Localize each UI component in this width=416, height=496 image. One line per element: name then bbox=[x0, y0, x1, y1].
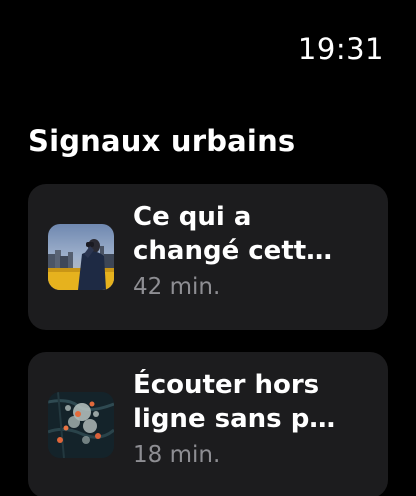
status-time: 19:31 bbox=[297, 32, 384, 66]
city-binoculars-artwork-image bbox=[48, 224, 114, 290]
episode-artwork-2 bbox=[48, 392, 114, 458]
episode-text-1: Ce qui a changé cett… 42 min. bbox=[133, 200, 373, 300]
watch-screen: 19:31 Signaux urbains Ce qui a changé ce… bbox=[0, 0, 416, 496]
map-splatter-artwork-image bbox=[48, 392, 114, 458]
episode-title: Ce qui a changé cett… bbox=[133, 202, 333, 266]
episode-card-1[interactable]: Ce qui a changé cett… 42 min. bbox=[28, 184, 388, 330]
episode-artwork-1 bbox=[48, 224, 114, 290]
section-title: Signaux urbains bbox=[28, 124, 296, 158]
episode-title: Écouter hors ligne sans p… bbox=[133, 370, 336, 434]
episode-duration: 42 min. bbox=[133, 274, 221, 300]
episode-card-2[interactable]: Écouter hors ligne sans p… 18 min. bbox=[28, 352, 388, 496]
episode-text-2: Écouter hors ligne sans p… 18 min. bbox=[133, 368, 373, 468]
episode-duration: 18 min. bbox=[133, 442, 221, 468]
